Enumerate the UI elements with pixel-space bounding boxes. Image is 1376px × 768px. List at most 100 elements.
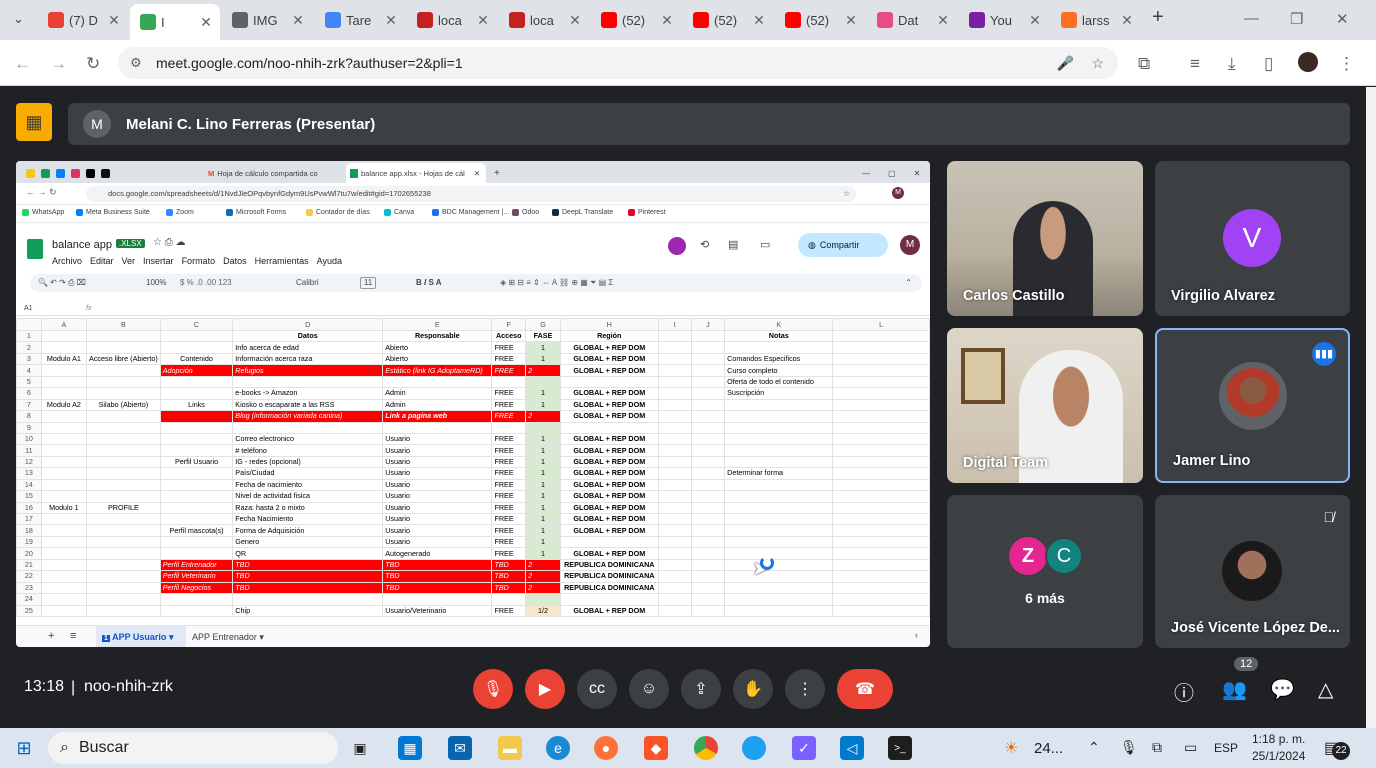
cell[interactable]: Contenido: [159, 352, 234, 366]
cell[interactable]: FREE: [491, 604, 527, 617]
cell[interactable]: [724, 593, 834, 606]
cell[interactable]: Admin: [382, 387, 493, 400]
cell[interactable]: [40, 547, 88, 560]
sheet-tab-active[interactable]: 1 APP Usuario ▾: [96, 626, 186, 647]
cell[interactable]: [86, 558, 161, 572]
cell[interactable]: [86, 490, 161, 503]
cell[interactable]: [86, 547, 161, 560]
cell[interactable]: I: [657, 318, 692, 331]
cell[interactable]: [832, 547, 930, 560]
cell[interactable]: 4: [16, 364, 42, 377]
cell[interactable]: [559, 593, 659, 606]
cell[interactable]: [232, 421, 384, 434]
cell[interactable]: [159, 387, 234, 400]
tray-mic-icon[interactable]: 🎙: [1120, 739, 1138, 756]
file-explorer-icon[interactable]: ▬: [498, 736, 522, 760]
tray-language[interactable]: ESP: [1214, 741, 1238, 755]
cell[interactable]: 1: [525, 455, 561, 469]
weather-icon[interactable]: ☀: [1004, 738, 1018, 758]
cell[interactable]: [657, 341, 692, 354]
windows-start-icon[interactable]: ⊞: [12, 736, 36, 760]
media-control-icon[interactable]: ≡: [1190, 54, 1200, 74]
cell[interactable]: IG - redes (opcional): [232, 455, 384, 469]
cell[interactable]: [690, 467, 726, 480]
chat-icon[interactable]: 💬: [1270, 677, 1295, 702]
cell[interactable]: 1: [525, 501, 561, 515]
cell[interactable]: Usuario: [382, 444, 493, 457]
cell[interactable]: Abierto: [382, 341, 493, 354]
cell[interactable]: D: [232, 318, 384, 331]
bookmark-item[interactable]: Zoom: [166, 209, 194, 216]
tab-close-icon[interactable]: ✕: [753, 12, 765, 29]
cell[interactable]: GLOBAL + REP DOM: [559, 341, 659, 354]
cell[interactable]: [159, 478, 234, 492]
cell[interactable]: [86, 570, 161, 583]
cell[interactable]: TBD: [382, 570, 493, 583]
cell[interactable]: [657, 535, 692, 549]
cell[interactable]: Admin: [382, 398, 493, 412]
cell[interactable]: [724, 432, 834, 446]
history-icon[interactable]: ⟲: [700, 238, 709, 251]
cell[interactable]: [832, 581, 930, 595]
cell[interactable]: 5: [16, 375, 42, 389]
cell[interactable]: [690, 455, 726, 469]
tab-close-icon[interactable]: ✕: [845, 12, 857, 29]
cell[interactable]: Determinar forma: [724, 467, 834, 480]
cell[interactable]: [690, 535, 726, 549]
cell[interactable]: Modulo A2: [40, 398, 88, 412]
cell[interactable]: GLOBAL + REP DOM: [559, 490, 659, 503]
cell[interactable]: [559, 375, 659, 389]
back-icon[interactable]: ←: [14, 54, 31, 74]
cell[interactable]: [657, 478, 692, 492]
cell[interactable]: TBD: [491, 581, 527, 595]
download-icon[interactable]: ⤓: [1228, 54, 1236, 74]
cell[interactable]: [159, 421, 234, 434]
cell[interactable]: 14: [16, 478, 42, 492]
cell[interactable]: Perfil Usuario: [159, 455, 234, 469]
forward-icon[interactable]: →: [50, 54, 67, 74]
bookmark-item[interactable]: Odoo: [512, 209, 539, 216]
cell[interactable]: [40, 478, 88, 492]
cell[interactable]: [832, 570, 930, 583]
cell[interactable]: GLOBAL + REP DOM: [559, 352, 659, 366]
cell[interactable]: [832, 467, 930, 480]
cell[interactable]: 2: [525, 410, 561, 423]
cell[interactable]: FREE: [491, 341, 527, 354]
cell[interactable]: [40, 490, 88, 503]
cell[interactable]: [657, 547, 692, 560]
cell[interactable]: Kiosko o escaparate a las RSS: [232, 398, 384, 412]
cell[interactable]: [86, 341, 161, 354]
cell[interactable]: FREE: [491, 512, 527, 526]
cell[interactable]: [724, 524, 834, 537]
cell[interactable]: [657, 352, 692, 366]
shared-tab-sheets[interactable]: balance app.xlsx - Hojas de cál ✕: [346, 163, 486, 183]
cell[interactable]: [832, 593, 930, 606]
cell[interactable]: Oferta de todo el contenido: [724, 375, 834, 389]
url-input[interactable]: ⚙ meet.google.com/noo-nhih-zrk?authuser=…: [118, 47, 1118, 79]
cell[interactable]: [657, 524, 692, 537]
browser-menu-icon[interactable]: ⋮: [1338, 54, 1355, 74]
cell[interactable]: [159, 432, 234, 446]
cell[interactable]: FREE: [491, 467, 527, 480]
cell[interactable]: [657, 490, 692, 503]
cell[interactable]: Raza: hasta 2 o mixto: [232, 501, 384, 515]
cell[interactable]: [724, 501, 834, 515]
cell[interactable]: [832, 410, 930, 423]
cell[interactable]: [40, 524, 88, 537]
menu-item[interactable]: Herramientas: [255, 256, 309, 266]
cell[interactable]: GLOBAL + REP DOM: [559, 524, 659, 537]
cell[interactable]: 1: [525, 478, 561, 492]
cell[interactable]: Abierto: [382, 352, 493, 366]
cell[interactable]: Autogenerado: [382, 547, 493, 560]
cell[interactable]: TBD: [232, 581, 384, 595]
cell[interactable]: REPUBLICA DOMINICANA: [559, 558, 659, 572]
cell[interactable]: [832, 535, 930, 549]
tab-close-icon[interactable]: ✕: [292, 12, 304, 29]
cell[interactable]: Acceso libre (Abierto): [86, 352, 161, 366]
cell[interactable]: Correo electronico: [232, 432, 384, 446]
cell[interactable]: Usuario: [382, 467, 493, 480]
browser-tab[interactable]: Dat ✕: [867, 8, 957, 32]
cell[interactable]: [690, 364, 726, 377]
cell[interactable]: [159, 512, 234, 526]
new-tab-button[interactable]: +: [1152, 6, 1164, 29]
